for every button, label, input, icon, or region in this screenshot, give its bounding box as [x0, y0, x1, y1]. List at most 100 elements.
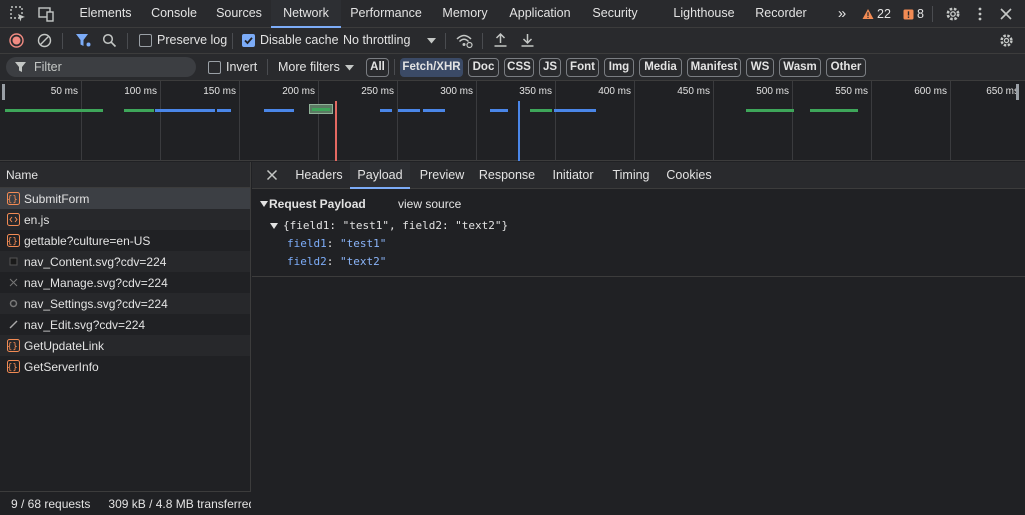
type-filter-font[interactable]: Font: [566, 58, 599, 77]
tab-timing[interactable]: Timing: [607, 162, 655, 189]
warnings-badge[interactable]: 22: [862, 0, 891, 28]
preserve-log-checkbox[interactable]: [139, 34, 152, 47]
tick-label: 100 ms: [124, 86, 157, 97]
tab-elements[interactable]: Elements: [68, 0, 143, 28]
timeline-tick: [950, 81, 951, 161]
tab-network[interactable]: Network: [271, 0, 341, 28]
network-settings-gear-icon[interactable]: [998, 32, 1015, 49]
tab-application[interactable]: Application: [500, 0, 580, 28]
tab-preview[interactable]: Preview: [413, 162, 471, 189]
network-overview-timeline[interactable]: 50 ms 100 ms 150 ms 200 ms 250 ms 300 ms…: [0, 81, 1025, 161]
tab-console[interactable]: Console: [143, 0, 205, 28]
type-filter-other[interactable]: Other: [826, 58, 866, 77]
overview-right-handle[interactable]: [1016, 84, 1019, 100]
import-har-icon[interactable]: [493, 32, 508, 48]
payload-object-summary[interactable]: {field1: "test1", field2: "text2"}: [283, 219, 508, 232]
waterfall-bar: [530, 109, 552, 112]
waterfall-bar: [746, 109, 794, 112]
request-details-panel: Headers Payload Preview Response Initiat…: [252, 162, 1025, 515]
divider: [445, 33, 446, 49]
tab-sources[interactable]: Sources: [207, 0, 271, 28]
tab-payload[interactable]: Payload: [350, 162, 410, 189]
close-devtools-icon[interactable]: [997, 5, 1015, 23]
tab-recorder[interactable]: Recorder: [750, 0, 812, 28]
payload-key: field1: [287, 237, 327, 250]
clear-icon[interactable]: [37, 33, 52, 48]
tab-security[interactable]: Security: [584, 0, 646, 28]
export-har-icon[interactable]: [520, 32, 535, 48]
timeline-tick: [713, 81, 714, 161]
tab-headers[interactable]: Headers: [290, 162, 348, 189]
record-stop-icon[interactable]: [9, 33, 24, 48]
search-icon[interactable]: [102, 33, 117, 48]
request-row-gettable[interactable]: {} gettable?culture=en-US: [0, 230, 250, 251]
request-row-nav-content[interactable]: nav_Content.svg?cdv=224: [0, 251, 250, 272]
inspect-element-icon[interactable]: [9, 5, 27, 23]
script-icon: [7, 213, 20, 226]
invert-checkbox[interactable]: [208, 61, 221, 74]
disable-cache-checkbox[interactable]: [242, 34, 255, 47]
timeline-tick: [871, 81, 872, 161]
request-name: SubmitForm: [24, 191, 90, 206]
type-filter-img[interactable]: Img: [604, 58, 634, 77]
more-tabs-icon[interactable]: »: [832, 0, 852, 28]
xhr-icon: {}: [7, 192, 20, 205]
throttling-select[interactable]: No throttling: [343, 33, 410, 47]
timeline-tick: [555, 81, 556, 161]
divider: [482, 33, 483, 49]
settings-gear-icon[interactable]: [944, 5, 962, 23]
type-filter-wasm[interactable]: Wasm: [779, 58, 821, 77]
filter-input-box[interactable]: Filter: [6, 57, 196, 77]
tick-label: 150 ms: [203, 86, 236, 97]
type-filter-doc[interactable]: Doc: [468, 58, 499, 77]
divider: [932, 6, 933, 22]
tab-response[interactable]: Response: [475, 162, 539, 189]
tab-memory[interactable]: Memory: [433, 0, 497, 28]
chevron-down-icon[interactable]: [427, 38, 436, 44]
filter-input[interactable]: Filter: [34, 60, 62, 74]
request-row-nav-manage[interactable]: nav_Manage.svg?cdv=224: [0, 272, 250, 293]
request-name: nav_Content.svg?cdv=224: [24, 254, 167, 269]
request-row-en-js[interactable]: en.js: [0, 209, 250, 230]
tab-lighthouse[interactable]: Lighthouse: [667, 0, 741, 28]
expand-triangle-icon[interactable]: [270, 223, 278, 230]
waterfall-bar: [155, 109, 215, 112]
overview-left-handle[interactable]: [2, 84, 5, 100]
request-payload-title[interactable]: Request Payload: [269, 197, 366, 211]
tab-initiator[interactable]: Initiator: [545, 162, 601, 189]
name-column-header[interactable]: Name: [0, 162, 250, 188]
payload-key: field2: [287, 255, 327, 268]
request-row-nav-edit[interactable]: nav_Edit.svg?cdv=224: [0, 314, 250, 335]
network-conditions-icon[interactable]: [455, 32, 473, 49]
type-filter-js[interactable]: JS: [539, 58, 561, 77]
request-row-nav-settings[interactable]: nav_Settings.svg?cdv=224: [0, 293, 250, 314]
request-row-getupdatelink[interactable]: {} GetUpdateLink: [0, 335, 250, 356]
type-filter-fetch-xhr[interactable]: Fetch/XHR: [400, 58, 463, 77]
type-filter-ws[interactable]: WS: [746, 58, 774, 77]
filter-funnel-icon[interactable]: [75, 33, 91, 48]
waterfall-bar: [423, 109, 445, 112]
more-filters-button[interactable]: More filters: [278, 60, 340, 74]
payload-value: "text2": [340, 255, 387, 268]
type-filter-all[interactable]: All: [366, 58, 389, 77]
divider: [394, 59, 395, 75]
preserve-log-label: Preserve log: [157, 33, 228, 47]
tick-label: 500 ms: [756, 86, 789, 97]
close-details-icon[interactable]: [266, 169, 278, 181]
device-toolbar-icon[interactable]: [37, 5, 55, 23]
request-row-getserverinfo[interactable]: {} GetServerInfo: [0, 356, 250, 377]
chevron-down-icon[interactable]: [345, 65, 354, 71]
network-toolbar: Preserve log Disable cache No throttling: [0, 28, 1025, 54]
request-name: nav_Edit.svg?cdv=224: [24, 317, 146, 332]
more-options-icon[interactable]: [971, 5, 989, 23]
issues-badge[interactable]: 8: [903, 0, 924, 28]
network-status-bar: 9 / 68 requests 309 kB / 4.8 MB transfer…: [0, 491, 251, 515]
type-filter-media[interactable]: Media: [639, 58, 682, 77]
tab-cookies[interactable]: Cookies: [662, 162, 716, 189]
request-row-submitform[interactable]: {} SubmitForm: [0, 188, 250, 209]
expand-triangle-icon[interactable]: [260, 201, 268, 208]
type-filter-manifest[interactable]: Manifest: [687, 58, 741, 77]
type-filter-css[interactable]: CSS: [504, 58, 534, 77]
tab-performance[interactable]: Performance: [343, 0, 429, 28]
view-source-link[interactable]: view source: [398, 197, 461, 211]
